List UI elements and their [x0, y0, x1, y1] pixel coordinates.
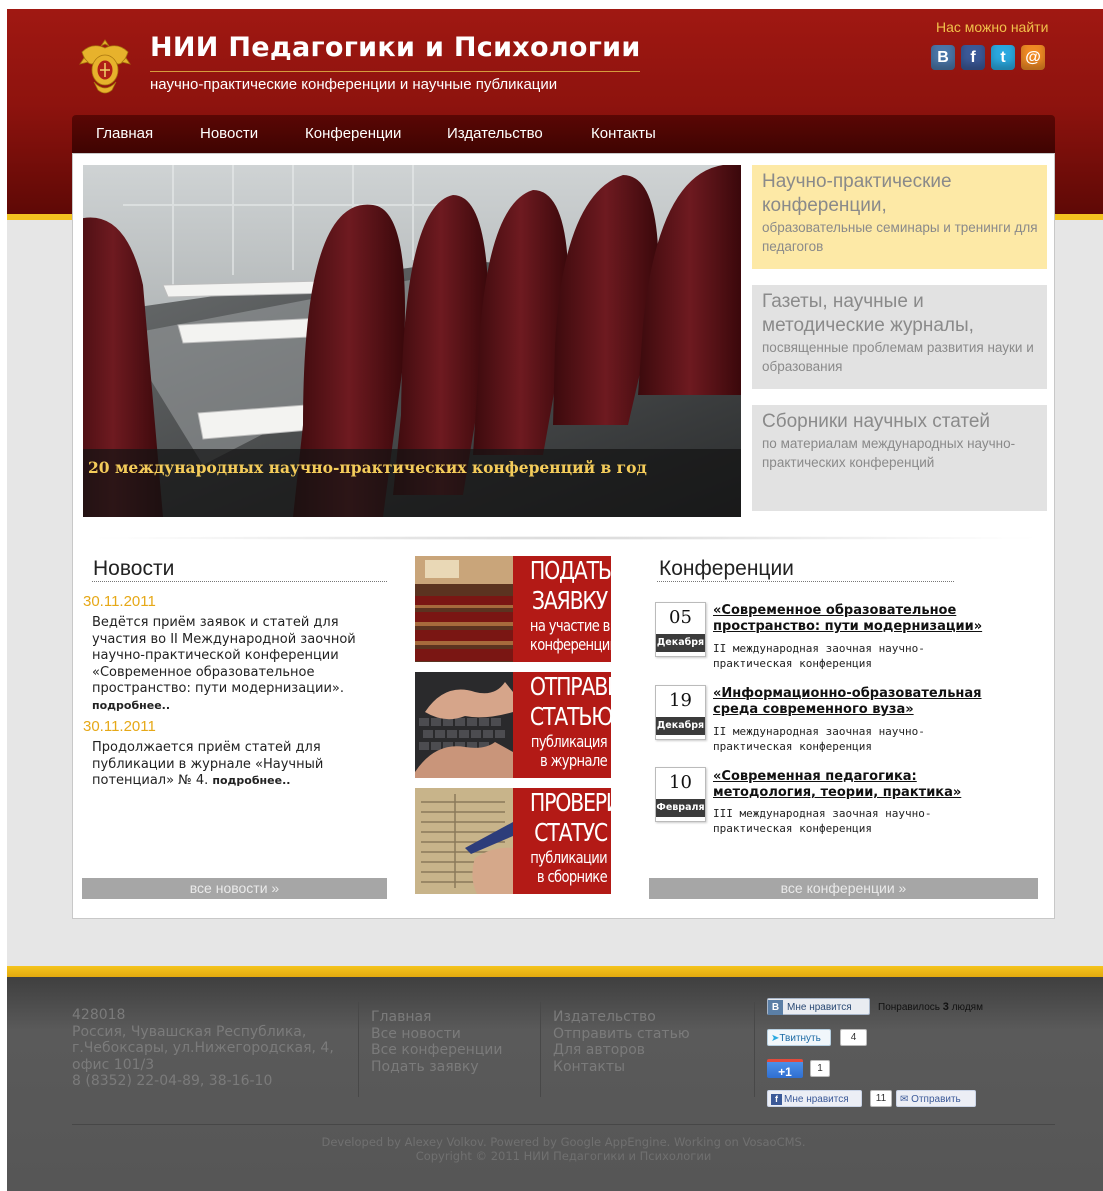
news-item: Продолжается приём статей для публикации… [92, 740, 392, 790]
vk-icon: B [768, 1000, 783, 1015]
footer-link-contacts[interactable]: Контакты [553, 1059, 690, 1076]
crest-logo-icon[interactable] [78, 34, 132, 96]
tweet-button[interactable]: ➤Твитнуть [767, 1029, 831, 1046]
news-date: 30.11.2011 [83, 718, 156, 735]
promo-collections[interactable]: Сборники научных статей по материалам ме… [752, 405, 1047, 511]
cta-label: ПОДАТЬ ЗАЯВКУ на участие в конференции [513, 556, 611, 662]
news-date: 30.11.2011 [83, 593, 156, 610]
find-us-label: Нас можно найти [936, 19, 1049, 35]
facebook-icon: f [771, 1094, 782, 1105]
tweet-count: 4 [840, 1029, 867, 1046]
nav-contacts[interactable]: Контакты [591, 125, 656, 142]
vk-button[interactable]: B [931, 45, 955, 70]
facebook-button[interactable]: f [961, 45, 985, 70]
footer-link-send-article[interactable]: Отправить статью [553, 1026, 690, 1043]
conference-desc: II международная заочная научно-практиче… [713, 725, 925, 753]
footer-divider [358, 1002, 359, 1097]
footer-divider [540, 1002, 541, 1097]
news-text: Ведётся приём заявок и статей для участи… [92, 615, 356, 696]
footer-links-secondary: Издательство Отправить статью Для авторо… [553, 1009, 690, 1075]
document-pen-image [415, 788, 513, 894]
section-divider [83, 536, 1047, 540]
twitter-icon: t [1000, 49, 1006, 66]
promo-title: Научно-практические конференции, [762, 171, 952, 216]
email-button[interactable]: @ [1021, 45, 1045, 70]
cta-send-article[interactable]: ОТПРАВИТЬ СТАТЬЮ публикация в журнале [415, 672, 611, 778]
conference-desc: III международная заочная научно-практич… [713, 807, 932, 835]
news-item: Ведётся приём заявок и статей для участи… [92, 615, 392, 714]
all-news-button[interactable]: все новости » [82, 878, 387, 899]
fb-like-count: 11 [870, 1090, 892, 1107]
promo-title: Газеты, научные и методические журналы, [762, 291, 974, 336]
site-subtitle: научно-практические конференции и научны… [150, 76, 558, 93]
promo-desc: образовательные семинары и тренинги для … [762, 220, 1038, 254]
cta-label: ПРОВЕРИТЬ СТАТУС публикации в сборнике [513, 788, 611, 894]
twitter-button[interactable]: t [991, 45, 1015, 70]
lecture-hall-image [415, 556, 513, 662]
cta-check-status[interactable]: ПРОВЕРИТЬ СТАТУС публикации в сборнике [415, 788, 611, 894]
footer-links-primary: Главная Все новости Все конференции Пода… [371, 1009, 503, 1075]
cta-label: ОТПРАВИТЬ СТАТЬЮ публикация в журнале [513, 672, 611, 778]
email-icon: @ [1025, 49, 1041, 66]
conference-title-link[interactable]: «Информационно-образовательная среда сов… [713, 686, 1023, 718]
conferences-heading-rule [657, 581, 954, 582]
footer-link-for-authors[interactable]: Для авторов [553, 1042, 690, 1059]
fb-send-button[interactable]: ✉ Отправить [896, 1090, 976, 1107]
hero-slider[interactable]: 20 международных научно-практических кон… [83, 165, 741, 517]
main-nav: Главная Новости Конференции Издательство… [72, 115, 1055, 153]
conference-desc: II международная заочная научно-практиче… [713, 642, 925, 670]
nav-home[interactable]: Главная [96, 125, 153, 142]
footer-gold-stripe [7, 966, 1103, 977]
promo-desc: по материалам международных научно-практ… [762, 436, 1016, 470]
promo-title: Сборники научных статей [762, 411, 991, 432]
fb-like-button[interactable]: f Мне нравится [767, 1090, 862, 1107]
news-more-link[interactable]: подробнее.. [212, 774, 290, 787]
nav-news[interactable]: Новости [200, 125, 258, 142]
all-conferences-button[interactable]: все конференции » [649, 878, 1038, 899]
gplus-count: 1 [810, 1060, 830, 1077]
vk-icon: B [937, 49, 949, 66]
keyboard-typing-image [415, 672, 513, 778]
vk-like-count: Понравилось 3 людям [878, 1001, 983, 1013]
news-heading: Новости [93, 557, 175, 580]
promo-journals[interactable]: Газеты, научные и методические журналы, … [752, 285, 1047, 389]
conference-title-link[interactable]: «Современное образовательное пространств… [713, 603, 1023, 635]
vk-like-button[interactable]: B Мне нравится [767, 998, 870, 1015]
news-heading-rule [92, 581, 387, 582]
send-icon: ✉ [900, 1094, 909, 1105]
conferences-heading: Конференции [659, 557, 794, 580]
cta-submit-application[interactable]: ПОДАТЬ ЗАЯВКУ на участие в конференции [415, 556, 611, 662]
calendar-date-badge: 10 Февраля [655, 767, 706, 822]
footer-link-all-news[interactable]: Все новости [371, 1026, 503, 1043]
gplus-button[interactable]: +1 [767, 1059, 803, 1079]
news-more-link[interactable]: подробнее.. [92, 699, 170, 712]
nav-publishing[interactable]: Издательство [447, 125, 543, 142]
nav-conferences[interactable]: Конференции [305, 125, 401, 142]
footer-link-submit-application[interactable]: Подать заявку [371, 1059, 503, 1076]
footer-link-publishing[interactable]: Издательство [553, 1009, 690, 1026]
footer-divider [754, 1002, 755, 1097]
calendar-date-badge: 05 Декабря [655, 602, 706, 657]
site-title[interactable]: НИИ Педагогики и Психологии [150, 32, 641, 63]
footer-address: 428018 Россия, Чувашская Республика, г.Ч… [72, 1007, 334, 1089]
promo-conferences[interactable]: Научно-практические конференции, образов… [752, 165, 1047, 269]
footer-link-home[interactable]: Главная [371, 1009, 503, 1026]
title-underline [150, 71, 640, 72]
facebook-icon: f [970, 49, 976, 66]
promo-desc: посвященные проблемам развития науки и о… [762, 340, 1034, 374]
hero-caption[interactable]: 20 международных научно-практических кон… [88, 458, 647, 477]
footer-credits: Developed by Alexey Volkov. Powered by G… [321, 1135, 806, 1163]
conference-title-link[interactable]: «Современная педагогика: методология, те… [713, 769, 1023, 801]
footer-separator [72, 1124, 1055, 1125]
footer-link-all-conferences[interactable]: Все конференции [371, 1042, 503, 1059]
calendar-date-badge: 19 Декабря [655, 685, 706, 740]
